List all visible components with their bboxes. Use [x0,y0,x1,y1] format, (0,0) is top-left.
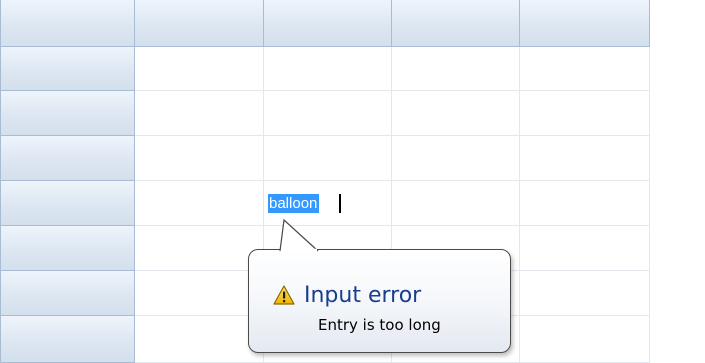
grid-cell[interactable] [264,91,392,136]
grid-cell[interactable] [392,181,520,226]
column-header-1[interactable] [135,0,264,47]
grid-cell[interactable] [520,91,650,136]
grid-cell[interactable] [135,316,264,363]
grid-cell[interactable] [520,181,650,226]
balloon-message: Entry is too long [318,316,441,334]
column-header-2[interactable] [264,0,392,47]
row-header-4[interactable] [0,181,135,226]
grid-cell[interactable] [520,47,650,91]
row-header-2[interactable] [0,91,135,136]
row-header-6[interactable] [0,271,135,316]
grid-corner-header[interactable] [0,0,135,47]
column-header-4[interactable] [520,0,650,47]
grid-cell[interactable] [264,136,392,181]
grid-cell[interactable] [135,91,264,136]
grid-cell[interactable] [520,316,650,363]
grid-cell[interactable] [520,136,650,181]
row-header-7[interactable] [0,316,135,363]
grid-cell[interactable] [135,47,264,91]
grid-cell[interactable] [135,181,264,226]
error-balloon-tooltip: Input error Entry is too long [248,249,511,353]
balloon-title: Input error [304,282,422,308]
grid-cell[interactable] [392,47,520,91]
grid-cell[interactable] [135,136,264,181]
warning-icon [273,285,295,305]
balloon-title-row: Input error [273,280,421,310]
grid-cell[interactable] [135,271,264,316]
grid-cell[interactable] [520,271,650,316]
column-header-3[interactable] [392,0,520,47]
grid-cell[interactable] [520,226,650,271]
grid-cell[interactable] [135,226,264,271]
grid-cell[interactable] [264,47,392,91]
grid-cell[interactable] [392,136,520,181]
cell-editor-text[interactable]: balloon [268,194,320,213]
row-header-3[interactable] [0,136,135,181]
row-header-5[interactable] [0,226,135,271]
row-header-1[interactable] [0,47,135,91]
grid-cell[interactable] [392,91,520,136]
text-caret [339,194,341,213]
